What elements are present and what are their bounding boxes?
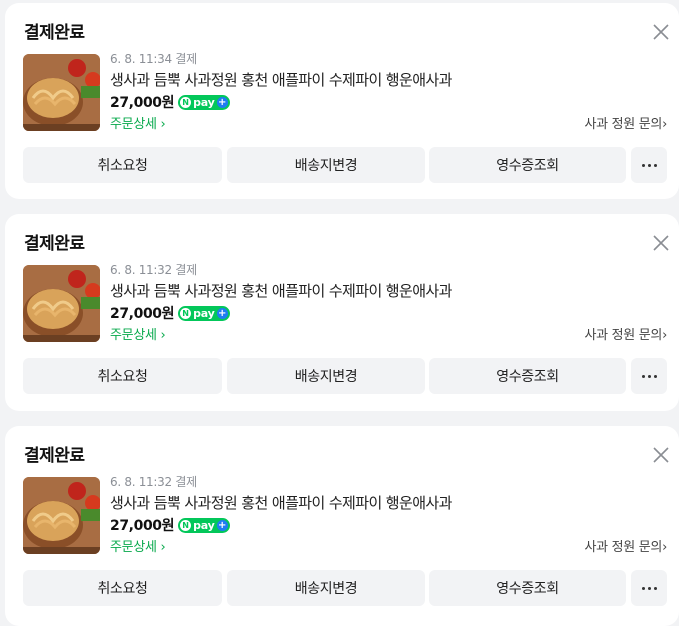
order-detail-link[interactable]: 주문상세 › (110, 536, 166, 555)
chevron-right-icon: › (156, 540, 166, 555)
apple-pie-image (23, 477, 100, 554)
naver-n-icon: N (180, 96, 192, 108)
product-name[interactable]: 생사과 듬뿍 사과정원 홍천 애플파이 수제파이 행운애사과 (110, 492, 452, 513)
apple-pie-image (23, 54, 100, 131)
close-icon (653, 24, 669, 40)
more-button[interactable] (631, 147, 667, 183)
payment-date: 6. 8. 11:32 결제 (110, 263, 197, 277)
npay-label: pay (193, 306, 215, 320)
apple-pie-image (23, 265, 100, 342)
seller-inquiry-link[interactable]: 사과 정원 문의› (584, 113, 667, 132)
plus-icon: + (216, 307, 228, 319)
naver-n-icon: N (180, 519, 192, 531)
product-thumbnail[interactable] (23, 477, 100, 554)
product-thumbnail[interactable] (23, 265, 100, 342)
price-row: 27,000원 N pay + (110, 515, 230, 535)
more-button[interactable] (631, 570, 667, 606)
price: 27,000원 (110, 95, 175, 111)
price-row: 27,000원 N pay + (110, 92, 230, 112)
order-detail-link[interactable]: 주문상세 › (110, 324, 166, 343)
more-icon (641, 586, 657, 590)
seller-inquiry-label: 사과 정원 문의 (584, 328, 663, 343)
order-detail-link[interactable]: 주문상세 › (110, 113, 166, 132)
change-address-button[interactable]: 배송지변경 (227, 358, 425, 394)
product-name[interactable]: 생사과 듬뿍 사과정원 홍천 애플파이 수제파이 행운애사과 (110, 280, 452, 301)
product-thumbnail[interactable] (23, 54, 100, 131)
change-address-button[interactable]: 배송지변경 (227, 570, 425, 606)
npay-label: pay (193, 518, 215, 532)
plus-icon: + (216, 96, 228, 108)
receipt-button[interactable]: 영수증조회 (429, 147, 626, 183)
price: 27,000원 (110, 518, 175, 534)
order-card: 결제완료 6. 8. 11:32 결제 생사과 듬뿍 사과정원 홍천 애플파이 … (5, 426, 679, 626)
close-button[interactable] (652, 446, 670, 464)
plus-icon: + (216, 519, 228, 531)
order-detail-label: 주문상세 (110, 117, 157, 132)
order-card: 결제완료 6. 8. 11:34 결제 생사과 듬뿍 사과정원 홍천 애플파이 … (5, 3, 679, 199)
close-button[interactable] (652, 23, 670, 41)
seller-inquiry-link[interactable]: 사과 정원 문의› (584, 536, 667, 555)
order-status-title: 결제완료 (24, 446, 85, 466)
more-icon (641, 374, 657, 378)
naver-pay-icon: N pay + (178, 94, 230, 110)
npay-label: pay (193, 95, 215, 109)
more-icon (641, 163, 657, 167)
payment-date: 6. 8. 11:32 결제 (110, 475, 197, 489)
receipt-button[interactable]: 영수증조회 (429, 358, 626, 394)
seller-inquiry-label: 사과 정원 문의 (584, 540, 663, 555)
product-name[interactable]: 생사과 듬뿍 사과정원 홍천 애플파이 수제파이 행운애사과 (110, 69, 452, 90)
seller-inquiry-link[interactable]: 사과 정원 문의› (584, 324, 667, 343)
price: 27,000원 (110, 306, 175, 322)
price-row: 27,000원 N pay + (110, 303, 230, 323)
receipt-button[interactable]: 영수증조회 (429, 570, 626, 606)
change-address-button[interactable]: 배송지변경 (227, 147, 425, 183)
cancel-request-button[interactable]: 취소요청 (23, 358, 222, 394)
naver-pay-icon: N pay + (178, 305, 230, 321)
cancel-request-button[interactable]: 취소요청 (23, 147, 222, 183)
seller-inquiry-label: 사과 정원 문의 (584, 117, 663, 132)
chevron-right-icon: › (662, 117, 667, 132)
order-status-title: 결제완료 (24, 234, 85, 254)
chevron-right-icon: › (156, 328, 166, 343)
close-icon (653, 447, 669, 463)
order-card: 결제완료 6. 8. 11:32 결제 생사과 듬뿍 사과정원 홍천 애플파이 … (5, 214, 679, 411)
naver-pay-icon: N pay + (178, 517, 230, 533)
payment-date: 6. 8. 11:34 결제 (110, 52, 197, 66)
close-button[interactable] (652, 234, 670, 252)
order-detail-label: 주문상세 (110, 540, 157, 555)
chevron-right-icon: › (156, 117, 166, 132)
order-status-title: 결제완료 (24, 23, 85, 43)
close-icon (653, 235, 669, 251)
more-button[interactable] (631, 358, 667, 394)
cancel-request-button[interactable]: 취소요청 (23, 570, 222, 606)
chevron-right-icon: › (662, 540, 667, 555)
order-detail-label: 주문상세 (110, 328, 157, 343)
naver-n-icon: N (180, 307, 192, 319)
chevron-right-icon: › (662, 328, 667, 343)
